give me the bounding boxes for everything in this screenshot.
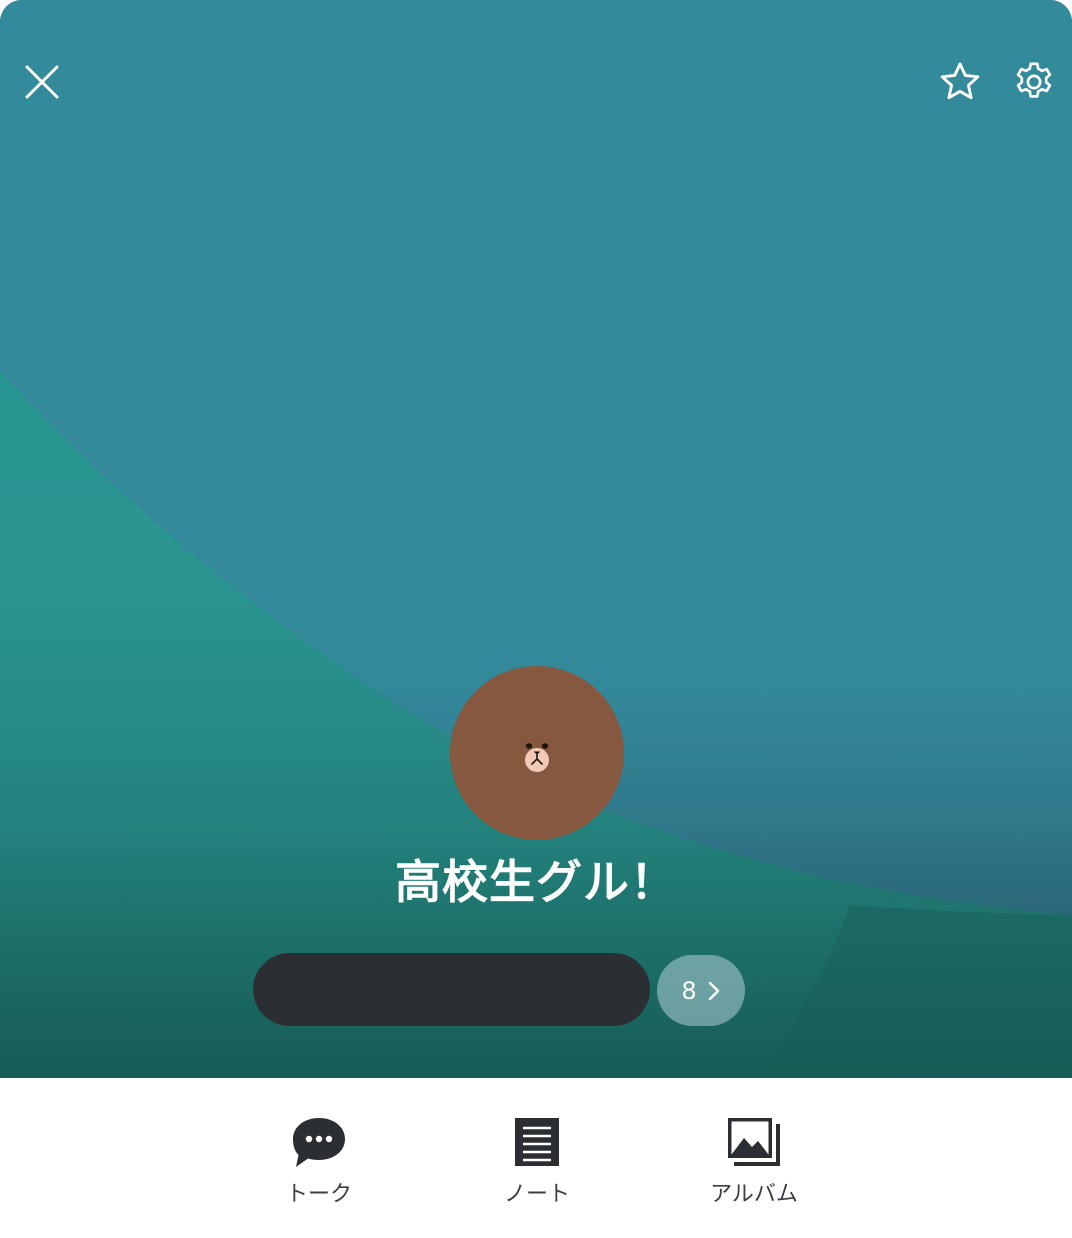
menu-note[interactable]: ノート [452, 1112, 622, 1222]
cover-background: 高校生グル！ 8 [0, 0, 1072, 1078]
member-count: 8 [681, 976, 697, 1005]
close-icon [25, 65, 59, 99]
group-profile-screen: 高校生グル！ 8 トーク ノート アルバム [0, 0, 1072, 1238]
brown-bear-avatar [525, 743, 549, 772]
menu-note-label: ノート [503, 1182, 570, 1207]
favorite-button[interactable] [934, 56, 986, 108]
cover-gradient [0, 0, 1072, 1078]
menu-album[interactable]: アルバム [669, 1112, 839, 1222]
group-name: 高校生グル！ [395, 855, 677, 909]
chevron-right-icon [708, 981, 719, 1000]
member-count-button[interactable]: 8 [657, 955, 745, 1026]
menu-album-label: アルバム [710, 1182, 798, 1207]
note-icon [502, 1112, 572, 1172]
album-icon [719, 1112, 789, 1172]
settings-button[interactable] [1008, 56, 1060, 108]
star-icon [940, 62, 980, 100]
member-avatars-strip[interactable] [253, 953, 650, 1026]
menu-talk[interactable]: トーク [234, 1112, 404, 1222]
gear-icon [1016, 62, 1052, 98]
chat-bubble-icon [284, 1112, 354, 1172]
close-button[interactable] [18, 58, 66, 106]
group-avatar[interactable] [450, 666, 624, 840]
menu-talk-label: トーク [285, 1182, 352, 1207]
